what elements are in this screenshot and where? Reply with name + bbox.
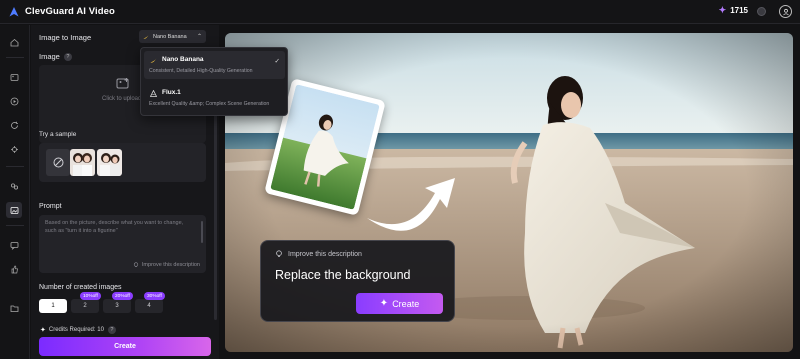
improve-description-link[interactable]: Improve this description bbox=[133, 262, 200, 268]
help-icon[interactable]: ? bbox=[107, 326, 116, 334]
prompt-box: Improve this description bbox=[39, 215, 206, 273]
create-button[interactable]: Create bbox=[39, 337, 211, 356]
count-option-4[interactable]: 30%off 4 bbox=[135, 292, 165, 313]
discount-badge: 20%off bbox=[112, 292, 133, 300]
coin-icon[interactable] bbox=[757, 7, 766, 16]
credits-required: ✦ Credits Required: 10 ? bbox=[40, 326, 116, 334]
count-option-1[interactable]: 1 bbox=[39, 299, 67, 313]
folder-icon[interactable] bbox=[6, 300, 22, 316]
logo[interactable]: ClevGuard AI Video bbox=[8, 6, 115, 18]
bulb-icon bbox=[133, 262, 139, 267]
bulb-icon bbox=[276, 250, 282, 257]
flux-icon bbox=[150, 90, 157, 97]
count-value: 4 bbox=[147, 303, 151, 309]
num-images-label: Number of created images bbox=[39, 284, 122, 291]
tool-icon[interactable] bbox=[6, 141, 22, 157]
rail-divider bbox=[6, 166, 24, 167]
preview-create-button[interactable]: ✦ Create bbox=[356, 293, 443, 314]
sample-thumbnail-1[interactable] bbox=[70, 149, 95, 176]
improve-description-card: Improve this description Replace the bac… bbox=[260, 240, 455, 322]
model-dropdown: Nano Banana Consistent, Detailed High-Qu… bbox=[140, 47, 288, 116]
spark-icon: ✦ bbox=[40, 327, 46, 334]
image-label: Image ? bbox=[39, 52, 72, 61]
upload-icon bbox=[116, 78, 129, 89]
prompt-input[interactable] bbox=[45, 220, 193, 250]
model-option-desc: Consistent, Detailed High-Quality Genera… bbox=[149, 68, 253, 74]
prompt-scrollbar[interactable] bbox=[201, 221, 203, 243]
spark-icon: ✦ bbox=[379, 298, 389, 309]
no-sample-button[interactable] bbox=[46, 149, 70, 176]
app-title: ClevGuard AI Video bbox=[25, 6, 115, 17]
model-select-value: Nano Banana bbox=[153, 33, 187, 40]
thumb-icon[interactable] bbox=[6, 261, 22, 277]
credits-required-text: Credits Required: 10 bbox=[48, 327, 104, 333]
check-icon: ✓ bbox=[274, 58, 280, 65]
count-option-3[interactable]: 20%off 3 bbox=[103, 292, 133, 313]
model-option-title: Nano Banana bbox=[162, 56, 204, 63]
upload-text: Click to upload bbox=[102, 96, 142, 102]
image-edit-icon[interactable] bbox=[6, 202, 22, 218]
left-rail bbox=[0, 25, 30, 359]
mode-label: Image to Image bbox=[39, 33, 92, 42]
chevron-up-icon: ⌃ bbox=[196, 34, 202, 40]
improve-hint-text: Improve this description bbox=[288, 250, 362, 258]
sample-thumbnail-2[interactable] bbox=[97, 149, 122, 176]
no-sample-icon bbox=[53, 157, 63, 168]
model-option-flux[interactable]: Flux.1 Excellent Quality &amp; Complex S… bbox=[144, 84, 285, 112]
count-option-2[interactable]: 10%off 2 bbox=[71, 292, 101, 313]
video-icon[interactable] bbox=[6, 93, 22, 109]
swap-icon[interactable] bbox=[6, 178, 22, 194]
credits-counter[interactable]: ✦ 1715 bbox=[719, 5, 748, 16]
top-bar: ClevGuard AI Video ✦ 1715 bbox=[0, 0, 800, 24]
improve-hint: Improve this description bbox=[275, 250, 362, 258]
discount-badge: 30%off bbox=[144, 292, 165, 300]
home-icon[interactable] bbox=[6, 34, 22, 50]
count-value: 2 bbox=[83, 303, 87, 309]
model-option-desc: Excellent Quality &amp; Complex Scene Ge… bbox=[149, 101, 270, 107]
banana-icon bbox=[150, 58, 157, 63]
sample-label: Try a sample bbox=[39, 131, 77, 138]
model-select[interactable]: Nano Banana ⌃ bbox=[139, 30, 206, 43]
improve-description-label: Improve this description bbox=[141, 262, 200, 268]
banana-icon bbox=[143, 34, 149, 39]
help-icon[interactable]: ? bbox=[63, 52, 72, 61]
model-option-nano-banana[interactable]: Nano Banana Consistent, Detailed High-Qu… bbox=[144, 51, 285, 79]
prompt-preview-text: Replace the background bbox=[275, 268, 411, 282]
image-icon[interactable] bbox=[6, 69, 22, 85]
logo-icon bbox=[9, 6, 19, 16]
user-icon[interactable] bbox=[779, 5, 792, 18]
chat-icon[interactable] bbox=[6, 237, 22, 253]
model-option-title: Flux.1 bbox=[162, 89, 181, 96]
sample-list bbox=[39, 143, 206, 182]
preview-create-label: Create bbox=[392, 298, 420, 309]
count-value: 1 bbox=[51, 303, 55, 309]
discount-badge: 10%off bbox=[80, 292, 101, 300]
rail-divider bbox=[6, 225, 24, 226]
image-label-text: Image bbox=[39, 52, 60, 61]
refresh-icon[interactable] bbox=[6, 117, 22, 133]
count-value: 3 bbox=[115, 303, 119, 309]
rail-divider bbox=[6, 57, 24, 58]
credits-value: 1715 bbox=[730, 6, 748, 15]
prompt-label: Prompt bbox=[39, 203, 62, 210]
spark-icon: ✦ bbox=[718, 5, 727, 15]
